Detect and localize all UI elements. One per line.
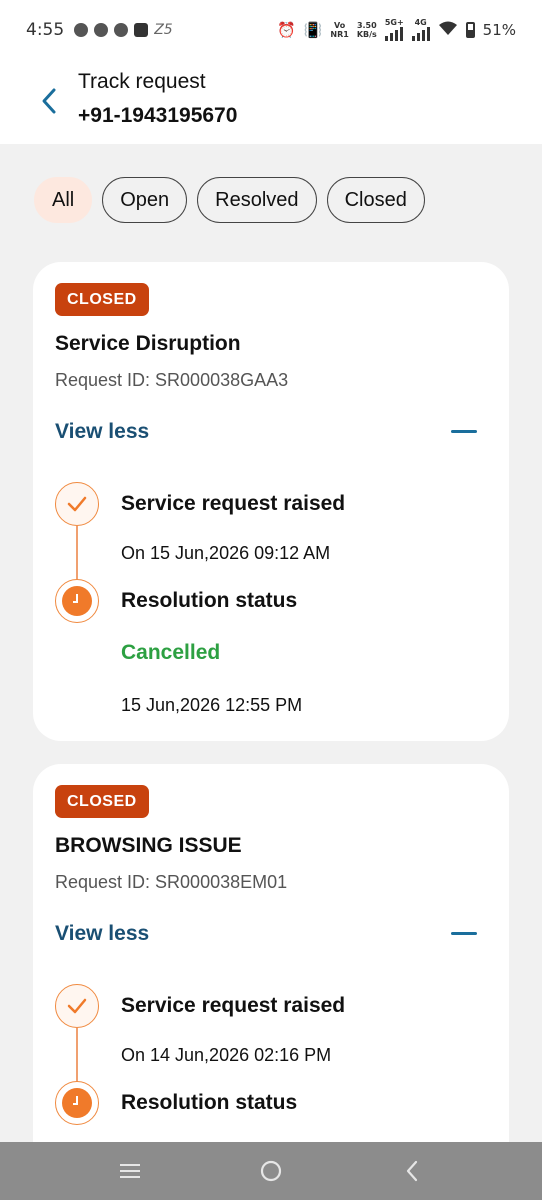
request-id: Request ID: SR000038GAA3 <box>55 370 289 390</box>
view-less-link[interactable]: View less <box>55 922 149 946</box>
z5-icon: Z5 <box>154 22 173 38</box>
back-button[interactable] <box>38 86 60 116</box>
network-5g-label: 5G+ <box>384 17 404 27</box>
filter-chip-open[interactable]: Open <box>102 177 188 223</box>
page-title: Track request <box>78 70 206 93</box>
system-back-button[interactable] <box>392 1151 432 1191</box>
view-less-link[interactable]: View less <box>55 420 149 444</box>
filter-chip-closed[interactable]: Closed <box>326 177 425 223</box>
step-raised-date: On 14 Jun,2026 02:16 PM <box>121 1045 332 1065</box>
system-nav-bar <box>0 1142 542 1200</box>
app-icon <box>134 23 149 37</box>
filter-chip-resolved[interactable]: Resolved <box>197 177 317 223</box>
status-badge: CLOSED <box>55 283 149 316</box>
network-vo-label: Vo <box>333 21 346 30</box>
chat-icon <box>94 23 109 37</box>
request-card: CLOSED Service Disruption Request ID: SR… <box>33 262 509 741</box>
request-title: BROWSING ISSUE <box>55 834 242 857</box>
clock-icon <box>55 579 99 623</box>
step-resolution-title: Resolution status <box>121 1091 298 1114</box>
menu-icon <box>120 1164 141 1178</box>
clock-icon <box>55 1081 99 1125</box>
alarm-icon: ⏰ <box>277 21 296 39</box>
step-raised-title: Service request raised <box>121 492 346 515</box>
app-header: Track request +91-1943195670 <box>0 60 542 144</box>
timeline-connector <box>76 1028 78 1082</box>
timeline-connector <box>76 526 78 580</box>
network-nr-label: NR1 <box>330 30 349 39</box>
step-raised-date: On 15 Jun,2026 09:12 AM <box>121 543 331 563</box>
check-icon <box>55 482 99 526</box>
step-raised-title: Service request raised <box>121 994 346 1017</box>
collapse-icon[interactable] <box>451 430 477 433</box>
signal-icon <box>385 26 404 41</box>
home-button[interactable] <box>251 1151 291 1191</box>
clock-time: 4:55 <box>26 20 65 40</box>
message-icon <box>114 23 129 37</box>
request-title: Service Disruption <box>55 332 241 355</box>
whatsapp-icon <box>74 23 89 37</box>
chevron-left-icon <box>42 88 56 114</box>
home-circle-icon <box>260 1160 282 1182</box>
network-4g-label: 4G <box>414 17 427 27</box>
battery-icon <box>465 22 475 38</box>
recents-button[interactable] <box>110 1151 150 1191</box>
resolution-date: 15 Jun,2026 12:55 PM <box>121 695 303 715</box>
status-badge: CLOSED <box>55 785 149 818</box>
vibrate-icon: 📳 <box>303 21 323 39</box>
filter-chips: All Open Resolved Closed <box>34 177 425 223</box>
check-icon <box>55 984 99 1028</box>
filter-chip-all[interactable]: All <box>34 177 93 223</box>
battery-percent: 51% <box>482 21 516 39</box>
collapse-icon[interactable] <box>451 932 477 935</box>
speed-unit: KB/s <box>356 30 377 39</box>
wifi-icon <box>438 20 458 40</box>
signal-icon-2 <box>411 26 430 41</box>
phone-number: +91-1943195670 <box>78 104 238 127</box>
status-bar: 4:55 Z5 ⏰ 📳 Vo NR1 3.50 KB/s 5G+ 4G 51% <box>0 0 542 60</box>
speed-value: 3.50 <box>356 21 377 30</box>
request-id: Request ID: SR000038EM01 <box>55 872 288 892</box>
step-resolution-title: Resolution status <box>121 589 298 612</box>
back-arrow-icon <box>406 1160 417 1182</box>
resolution-status: Cancelled <box>121 641 221 664</box>
request-card: CLOSED BROWSING ISSUE Request ID: SR0000… <box>33 764 509 1184</box>
